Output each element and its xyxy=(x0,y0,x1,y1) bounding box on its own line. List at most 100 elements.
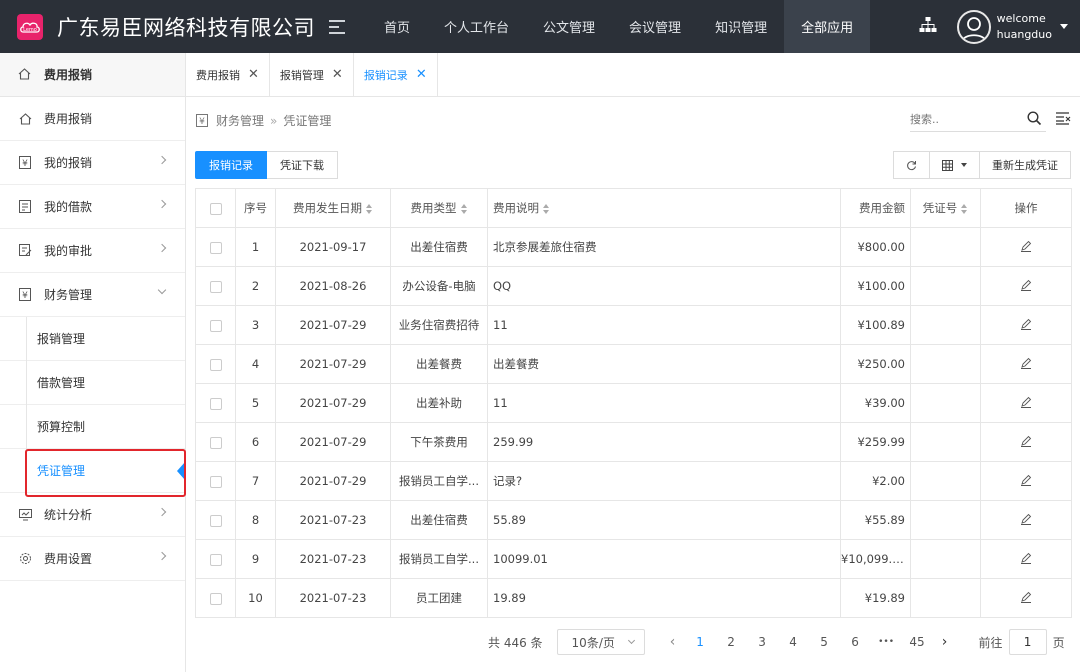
row-checkbox[interactable] xyxy=(209,592,222,605)
cell-amount: ¥39.00 xyxy=(840,383,911,423)
user-info[interactable]: welcome huangduo xyxy=(997,11,1052,43)
prev-page-icon[interactable]: ‹ xyxy=(661,634,685,650)
row-checkbox[interactable] xyxy=(209,241,222,254)
page-number-last[interactable]: 45 xyxy=(902,635,933,649)
menu-toggle-icon[interactable] xyxy=(329,19,345,34)
edit-icon[interactable] xyxy=(1020,513,1032,528)
nav-item-documents[interactable]: 公文管理 xyxy=(526,0,612,53)
table-row: 2 2021-08-26 办公设备-电脑 QQ ¥100.00 xyxy=(195,266,1072,306)
select-all-checkbox[interactable] xyxy=(209,202,222,215)
close-icon[interactable]: ✕ xyxy=(416,67,427,82)
sidebar-item-my-approvals[interactable]: 我的审批 xyxy=(0,229,185,273)
row-checkbox[interactable] xyxy=(209,436,222,449)
nav-item-workspace[interactable]: 个人工作台 xyxy=(427,0,526,53)
regenerate-voucher-button[interactable]: 重新生成凭证 xyxy=(979,151,1071,179)
nav-item-home[interactable]: 首页 xyxy=(367,0,427,53)
columns-button[interactable] xyxy=(929,151,980,179)
sort-icon[interactable] xyxy=(543,203,550,214)
breadcrumb-item[interactable]: 财务管理 xyxy=(216,112,264,129)
cell-voucher xyxy=(910,266,981,306)
goto-page-input[interactable] xyxy=(1008,629,1047,655)
edit-icon[interactable] xyxy=(1020,552,1032,567)
row-checkbox[interactable] xyxy=(209,397,222,410)
table-row: 3 2021-07-29 业务住宿费招待 11 ¥100.89 xyxy=(195,305,1072,345)
sidebar-item-my-reimbursement[interactable]: ¥ 我的报销 xyxy=(0,141,185,185)
page-number[interactable]: 6 xyxy=(840,635,871,649)
user-menu-caret-icon[interactable] xyxy=(1060,24,1068,29)
active-indicator xyxy=(177,462,185,480)
loan-icon xyxy=(18,200,32,214)
col-header-voucher[interactable]: 凭证号 xyxy=(910,188,981,228)
row-checkbox[interactable] xyxy=(209,319,222,332)
sidebar-item-my-loans[interactable]: 我的借款 xyxy=(0,185,185,229)
tab-reimbursement-records[interactable]: 报销记录 ✕ xyxy=(354,53,438,96)
row-checkbox[interactable] xyxy=(209,475,222,488)
page-number[interactable]: 2 xyxy=(716,635,747,649)
edit-icon[interactable] xyxy=(1020,240,1032,255)
cell-type: 出差餐费 xyxy=(390,344,488,384)
cell-voucher xyxy=(910,422,981,462)
sidebar-subitem-reimbursement-mgmt[interactable]: 报销管理 xyxy=(0,317,185,361)
sidebar-item-expense[interactable]: 费用报销 xyxy=(0,97,185,141)
voucher-download-button[interactable]: 凭证下载 xyxy=(267,151,338,179)
sidebar-subitem-budget-control[interactable]: 预算控制 xyxy=(0,405,185,449)
edit-icon[interactable] xyxy=(1020,591,1032,606)
col-header-date[interactable]: 费用发生日期 xyxy=(275,188,391,228)
row-checkbox[interactable] xyxy=(209,514,222,527)
nav-item-all-apps[interactable]: 全部应用 xyxy=(784,0,871,53)
sort-icon[interactable] xyxy=(366,203,373,214)
next-page-icon[interactable]: › xyxy=(933,634,957,650)
close-icon[interactable]: ✕ xyxy=(332,67,343,82)
row-checkbox[interactable] xyxy=(209,553,222,566)
page-size-select[interactable]: 10条/页 xyxy=(556,629,645,655)
logo-icon: Lemo xyxy=(17,13,43,40)
col-header-amount: 费用金额 xyxy=(840,188,911,228)
col-header-description[interactable]: 费用说明 xyxy=(487,188,841,228)
table-row: 8 2021-07-23 出差住宿费 55.89 ¥55.89 xyxy=(195,500,1072,540)
cell-description: 北京参展差旅住宿费 xyxy=(487,227,841,267)
tab-label: 报销记录 xyxy=(363,68,408,82)
avatar[interactable] xyxy=(956,9,991,44)
cell-amount: ¥259.99 xyxy=(840,422,911,462)
row-checkbox[interactable] xyxy=(209,280,222,293)
page-number[interactable]: 1 xyxy=(685,635,716,649)
page-number[interactable]: 3 xyxy=(747,635,778,649)
cell-date: 2021-07-29 xyxy=(275,383,391,423)
page-number[interactable]: 5 xyxy=(809,635,840,649)
table-row: 6 2021-07-29 下午茶费用 259.99 ¥259.99 xyxy=(195,422,1072,462)
edit-icon[interactable] xyxy=(1020,474,1032,489)
row-checkbox[interactable] xyxy=(209,358,222,371)
sidebar-item-label: 我的审批 xyxy=(44,244,93,258)
edit-icon[interactable] xyxy=(1020,435,1032,450)
tab-reimbursement-mgmt[interactable]: 报销管理 ✕ xyxy=(270,53,354,96)
cell-amount: ¥100.89 xyxy=(840,305,911,345)
org-chart-icon[interactable] xyxy=(919,17,937,36)
close-icon[interactable]: ✕ xyxy=(248,67,259,82)
search-icon[interactable] xyxy=(1027,111,1042,129)
filter-list-icon[interactable] xyxy=(1056,112,1071,128)
more-pages-icon[interactable]: ••• xyxy=(871,637,902,647)
cell-index: 10 xyxy=(235,578,276,618)
tab-expense[interactable]: 费用报销 ✕ xyxy=(186,53,270,96)
search-input[interactable] xyxy=(910,108,1020,130)
edit-icon[interactable] xyxy=(1020,396,1032,411)
sort-icon[interactable] xyxy=(460,203,468,214)
sidebar-subitem-label: 凭证管理 xyxy=(37,464,86,478)
refresh-button[interactable] xyxy=(893,151,930,179)
sidebar-subitem-voucher-mgmt[interactable]: 凭证管理 xyxy=(0,449,185,493)
sidebar-subitem-loan-mgmt[interactable]: 借款管理 xyxy=(0,361,185,405)
page-number[interactable]: 4 xyxy=(778,635,809,649)
records-button[interactable]: 报销记录 xyxy=(195,151,267,179)
sidebar-item-finance[interactable]: ¥ 财务管理 xyxy=(0,273,185,317)
sidebar-item-statistics[interactable]: 统计分析 xyxy=(0,493,185,537)
sidebar-item-expense-settings[interactable]: 费用设置 xyxy=(0,537,185,581)
edit-icon[interactable] xyxy=(1020,279,1032,294)
sort-icon[interactable] xyxy=(961,203,968,214)
edit-icon[interactable] xyxy=(1020,318,1032,333)
col-header-type[interactable]: 费用类型 xyxy=(390,188,488,228)
nav-item-knowledge[interactable]: 知识管理 xyxy=(698,0,784,53)
nav-item-meetings[interactable]: 会议管理 xyxy=(612,0,698,53)
breadcrumb-item: 凭证管理 xyxy=(283,114,332,128)
cell-description: 11 xyxy=(487,305,841,345)
edit-icon[interactable] xyxy=(1020,357,1032,372)
